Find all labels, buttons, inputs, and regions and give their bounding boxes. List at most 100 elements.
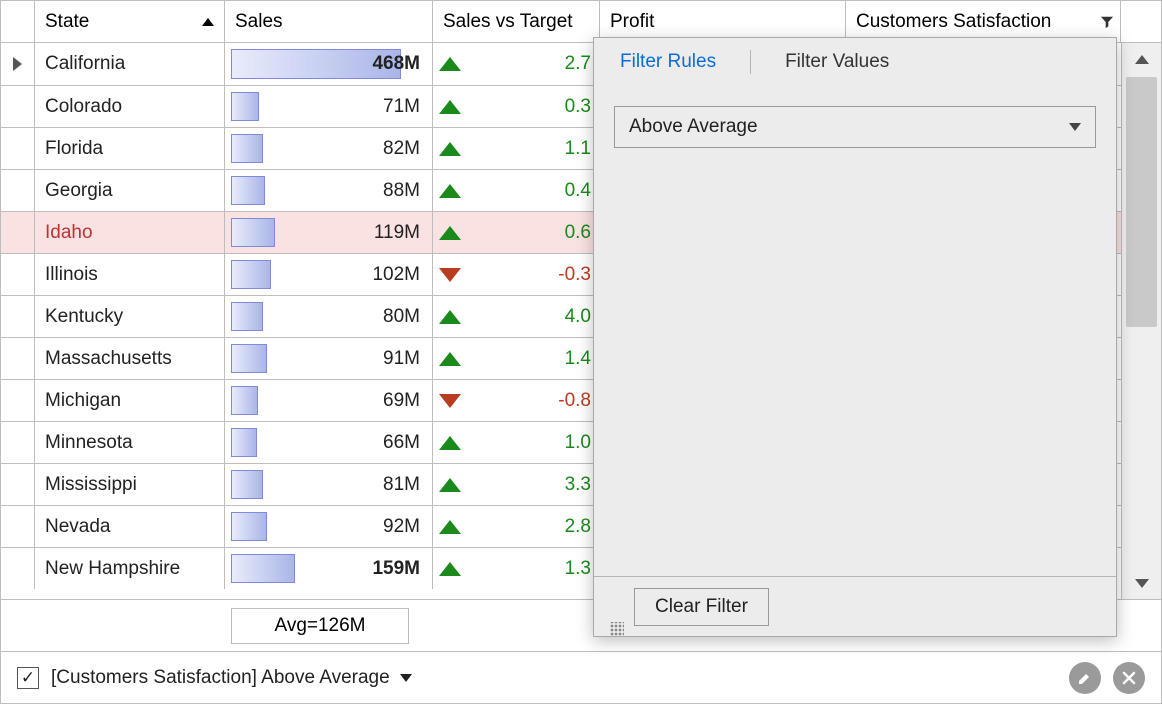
scroll-thumb[interactable] xyxy=(1126,77,1157,327)
sales-cell: 119M xyxy=(225,212,433,253)
filter-rule-combobox[interactable]: Above Average xyxy=(614,106,1096,148)
trend-up-icon xyxy=(439,520,461,534)
expand-cell xyxy=(1,296,35,337)
scroll-track[interactable] xyxy=(1122,75,1161,567)
filter-popup-body: Above Average xyxy=(594,86,1116,576)
svt-value: 1.4 xyxy=(471,348,591,370)
column-header-customers-satisfaction[interactable]: Customers Satisfaction xyxy=(846,1,1121,42)
svt-value: 1.1 xyxy=(471,138,591,160)
filter-enabled-checkbox[interactable] xyxy=(17,667,39,689)
expand-cell xyxy=(1,548,35,589)
sales-vs-target-cell: 1.1 xyxy=(433,128,600,169)
sales-cell: 80M xyxy=(225,296,433,337)
state-cell: Idaho xyxy=(35,212,225,253)
sales-vs-target-cell: 1.3 xyxy=(433,548,600,589)
sales-vs-target-cell: 0.4 xyxy=(433,170,600,211)
trend-up-icon xyxy=(439,562,461,576)
sales-bar xyxy=(231,512,267,541)
state-cell: Colorado xyxy=(35,86,225,127)
sales-value: 69M xyxy=(383,390,424,412)
sales-bar xyxy=(231,554,295,583)
sales-bar xyxy=(231,134,263,163)
trend-up-icon xyxy=(439,352,461,366)
sales-cell: 66M xyxy=(225,422,433,463)
state-cell: Nevada xyxy=(35,506,225,547)
sales-value: 88M xyxy=(383,180,424,202)
sales-cell: 92M xyxy=(225,506,433,547)
svt-value: 1.0 xyxy=(471,432,591,454)
sales-cell: 91M xyxy=(225,338,433,379)
filter-active-icon[interactable] xyxy=(1100,15,1114,29)
trend-up-icon xyxy=(439,310,461,324)
clear-filter-popup-button[interactable]: Clear Filter xyxy=(634,588,769,626)
scroll-up-button[interactable] xyxy=(1122,43,1161,75)
sales-vs-target-cell: 2.7 xyxy=(433,43,600,85)
filter-bar: [Customers Satisfaction] Above Average xyxy=(1,651,1161,703)
column-header-sales[interactable]: Sales xyxy=(225,1,433,42)
clear-filter-label: Clear Filter xyxy=(655,596,748,618)
state-cell: Mississippi xyxy=(35,464,225,505)
trend-up-icon xyxy=(439,100,461,114)
clear-filter-button[interactable] xyxy=(1113,662,1145,694)
sales-vs-target-cell: 4.0 xyxy=(433,296,600,337)
column-header-label: Profit xyxy=(610,11,654,33)
sort-ascending-icon xyxy=(202,18,214,26)
sales-cell: 159M xyxy=(225,548,433,589)
svt-value: 2.8 xyxy=(471,516,591,538)
expand-cell xyxy=(1,170,35,211)
svt-value: 3.3 xyxy=(471,474,591,496)
sales-value: 159M xyxy=(372,558,424,580)
tab-filter-values[interactable]: Filter Values xyxy=(781,41,893,83)
chevron-up-icon xyxy=(1135,55,1149,64)
expand-cell xyxy=(1,338,35,379)
column-header-sales-vs-target[interactable]: Sales vs Target xyxy=(433,1,600,42)
sales-value: 66M xyxy=(383,432,424,454)
edit-filter-button[interactable] xyxy=(1069,662,1101,694)
sales-vs-target-cell: 3.3 xyxy=(433,464,600,505)
close-icon xyxy=(1122,671,1136,685)
tab-separator xyxy=(750,50,751,74)
column-header-state[interactable]: State xyxy=(35,1,225,42)
expand-cell xyxy=(1,86,35,127)
trend-up-icon xyxy=(439,226,461,240)
sales-cell: 468M xyxy=(225,43,433,85)
sales-bar xyxy=(231,470,263,499)
tab-filter-rules[interactable]: Filter Rules xyxy=(616,41,720,83)
filter-expression[interactable]: [Customers Satisfaction] Above Average xyxy=(51,667,1057,689)
scroll-down-button[interactable] xyxy=(1122,567,1161,599)
svt-value: -0.8 xyxy=(471,390,591,412)
state-cell: Illinois xyxy=(35,254,225,295)
sales-vs-target-cell: -0.8 xyxy=(433,380,600,421)
state-cell: California xyxy=(35,43,225,85)
state-cell: Michigan xyxy=(35,380,225,421)
sales-cell: 81M xyxy=(225,464,433,505)
trend-up-icon xyxy=(439,142,461,156)
expand-cell xyxy=(1,212,35,253)
filter-expression-text: [Customers Satisfaction] Above Average xyxy=(51,667,390,689)
expand-cell[interactable] xyxy=(1,43,35,85)
app-root: State Sales Sales vs Target Profit Custo… xyxy=(0,0,1162,704)
state-cell: Georgia xyxy=(35,170,225,211)
state-cell: Minnesota xyxy=(35,422,225,463)
column-header-label: Sales xyxy=(235,11,283,33)
state-cell: Florida xyxy=(35,128,225,169)
sales-vs-target-cell: 2.8 xyxy=(433,506,600,547)
chevron-down-icon xyxy=(400,674,412,682)
resize-grip-icon[interactable] xyxy=(610,622,624,636)
svt-value: 1.3 xyxy=(471,558,591,580)
expand-column-header xyxy=(1,1,35,42)
column-header-profit[interactable]: Profit xyxy=(600,1,846,42)
state-cell: Kentucky xyxy=(35,296,225,337)
column-header-label: State xyxy=(45,11,89,33)
trend-up-icon xyxy=(439,57,461,71)
expand-icon xyxy=(13,57,22,71)
vertical-scrollbar[interactable] xyxy=(1121,43,1161,599)
column-header-label: Sales vs Target xyxy=(443,11,573,33)
sales-value: 82M xyxy=(383,138,424,160)
sales-value: 92M xyxy=(383,516,424,538)
trend-up-icon xyxy=(439,436,461,450)
sales-bar xyxy=(231,386,258,415)
svt-value: 0.3 xyxy=(471,96,591,118)
expand-cell xyxy=(1,128,35,169)
scrollbar-header-spacer xyxy=(1121,1,1161,42)
